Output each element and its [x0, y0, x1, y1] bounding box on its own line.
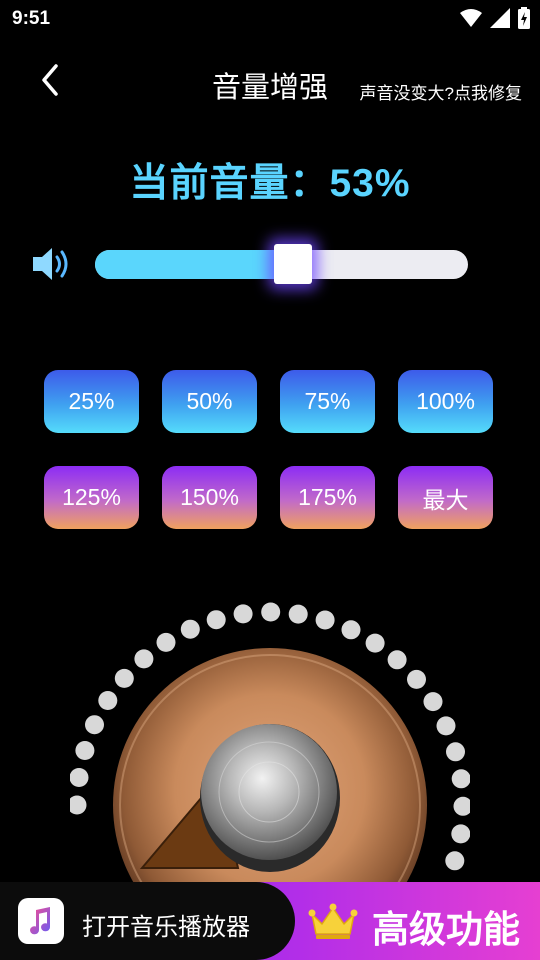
preset-50-button[interactable]: 50% — [162, 370, 257, 433]
bottom-bar: 打开音乐播放器 高级功能 — [0, 882, 540, 960]
preset-row-blue: 25% 50% 75% 100% — [44, 370, 496, 433]
repair-link[interactable]: 声音没变大?点我修复 — [360, 79, 522, 104]
status-icons — [460, 7, 530, 29]
volume-knob[interactable] — [70, 600, 470, 890]
volume-slider[interactable] — [95, 244, 468, 284]
knob-tick-dot — [436, 716, 456, 736]
status-bar: 9:51 — [0, 0, 540, 38]
preset-150-button[interactable]: 150% — [162, 466, 257, 529]
knob-tick-dot — [70, 795, 87, 815]
crown-icon — [308, 903, 358, 939]
preset-100-button[interactable]: 100% — [398, 370, 493, 433]
knob-tick-dot — [261, 602, 281, 622]
knob-tick-dot — [451, 824, 470, 844]
preset-75-button[interactable]: 75% — [280, 370, 375, 433]
knob-tick-dot — [98, 691, 118, 710]
knob-tick-dot — [341, 620, 361, 640]
volume-slider-fill — [95, 250, 293, 279]
preset-125-button[interactable]: 125% — [44, 466, 139, 529]
knob-tick-dot — [180, 619, 200, 639]
knob-tick-dot — [451, 769, 470, 789]
knob-tick-dot — [233, 604, 253, 624]
preset-25-button[interactable]: 25% — [44, 370, 139, 433]
knob-tick-dot — [315, 610, 335, 630]
knob-tick-dot — [75, 741, 95, 760]
knob-tick-dot — [407, 669, 426, 689]
knob-tick-dot — [445, 851, 465, 871]
knob-tick-dot — [114, 668, 134, 688]
knob-tick-dot — [134, 649, 154, 669]
volume-slider-thumb[interactable] — [274, 244, 312, 284]
knob-tick-dot — [206, 610, 226, 630]
premium-label: 高级功能 — [372, 909, 520, 950]
current-volume-readout: 当前音量：53% — [129, 162, 411, 205]
knob-tick-dot — [70, 768, 89, 787]
knob-tick-dot — [423, 692, 443, 712]
knob-tick-dot — [156, 632, 176, 652]
knob-cap — [201, 724, 337, 860]
knob-tick-dot — [446, 742, 465, 762]
speaker-icon — [30, 244, 74, 284]
knob-tick-dot — [288, 604, 308, 624]
knob-tick-dot — [365, 633, 385, 653]
preset-grid: 25% 50% 75% 100% 125% 150% 175% 最大 — [44, 370, 496, 562]
knob-tick-dot — [85, 715, 104, 735]
signal-icon — [490, 8, 510, 28]
battery-charging-icon — [518, 7, 530, 29]
open-music-player-button[interactable]: 打开音乐播放器 — [0, 882, 295, 960]
music-note-icon — [18, 898, 64, 944]
premium-features-button[interactable]: 高级功能 — [300, 882, 540, 960]
knob-tick-dot — [453, 796, 470, 816]
knob-tick-dot — [387, 650, 407, 670]
preset-max-button[interactable]: 最大 — [398, 466, 493, 529]
preset-175-button[interactable]: 175% — [280, 466, 375, 529]
music-player-label: 打开音乐播放器 — [82, 914, 250, 941]
preset-row-purple: 125% 150% 175% 最大 — [44, 466, 496, 529]
wifi-icon — [460, 9, 482, 27]
status-time: 9:51 — [12, 8, 51, 29]
